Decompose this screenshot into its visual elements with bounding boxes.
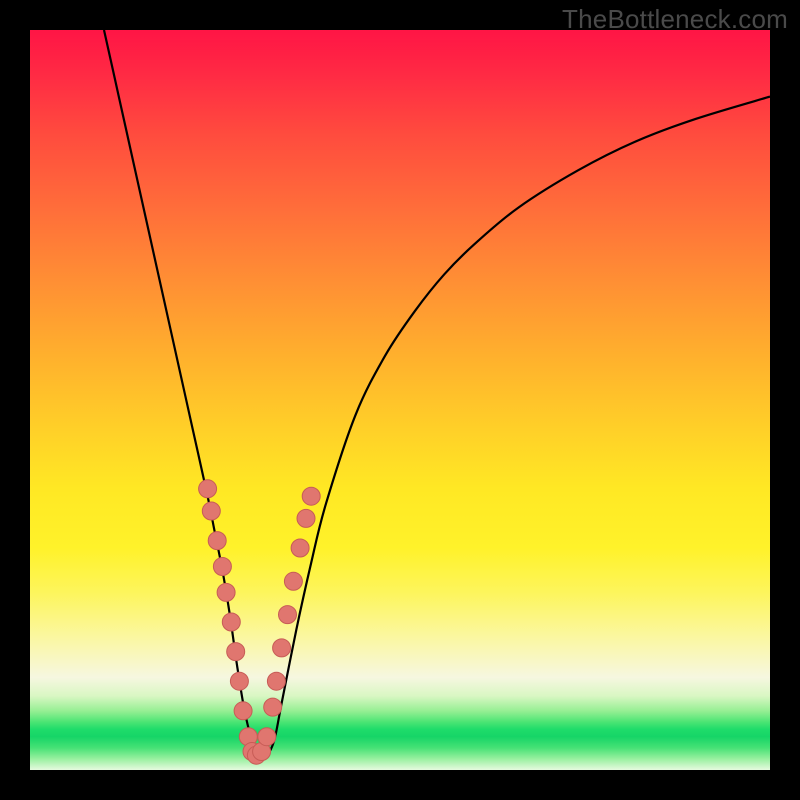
curve-marker <box>284 572 302 590</box>
curve-marker <box>213 558 231 576</box>
curve-marker <box>202 502 220 520</box>
curve-marker <box>279 606 297 624</box>
chart-frame: TheBottleneck.com <box>0 0 800 800</box>
curve-marker <box>264 698 282 716</box>
watermark-text: TheBottleneck.com <box>562 4 788 35</box>
curve-marker <box>208 532 226 550</box>
curve-marker <box>291 539 309 557</box>
curve-marker <box>199 480 217 498</box>
curve-marker <box>302 487 320 505</box>
marker-group <box>199 480 321 764</box>
curve-marker <box>222 613 240 631</box>
curve-marker <box>297 509 315 527</box>
curve-marker <box>234 702 252 720</box>
curve-marker <box>227 643 245 661</box>
bottleneck-curve <box>104 30 770 757</box>
curve-layer <box>30 30 770 770</box>
curve-marker <box>217 583 235 601</box>
curve-marker <box>267 672 285 690</box>
curve-marker <box>258 728 276 746</box>
gradient-plot-area <box>30 30 770 770</box>
curve-marker <box>273 639 291 657</box>
curve-marker <box>230 672 248 690</box>
